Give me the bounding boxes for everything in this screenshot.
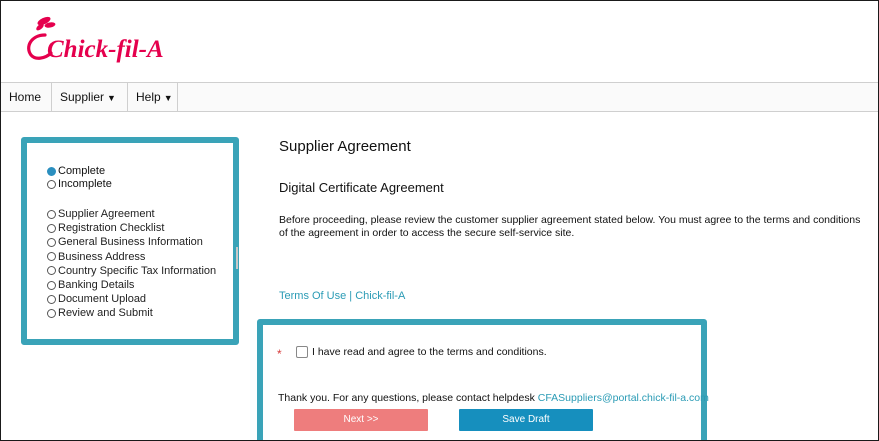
agreement-panel: * I have read and agree to the terms and… (257, 319, 709, 440)
chevron-down-icon: ▼ (107, 93, 116, 103)
nav-home[interactable]: Home (1, 83, 52, 111)
complete-dot-icon (47, 167, 56, 176)
step-list: Supplier Agreement Registration Checklis… (47, 207, 216, 321)
step-item-review-and-submit[interactable]: Review and Submit (47, 306, 216, 320)
step-circle-icon (47, 209, 56, 219)
step-circle-icon (47, 309, 56, 319)
legend-incomplete: Incomplete (47, 178, 112, 191)
top-nav-bar: Home Supplier ▼ Help ▼ (1, 82, 878, 112)
step-label: Supplier Agreement (58, 208, 155, 220)
step-item-general-business-information[interactable]: General Business Information (47, 235, 216, 249)
step-label: Banking Details (58, 279, 135, 292)
helpdesk-text: Thank you. For any questions, please con… (278, 392, 535, 404)
step-circle-icon (47, 252, 56, 262)
agree-terms-label[interactable]: I have read and agree to the terms and c… (312, 346, 547, 358)
step-label: Business Address (58, 250, 146, 263)
legend-complete: Complete (47, 165, 112, 178)
incomplete-circle-icon (47, 180, 56, 189)
step-circle-icon (47, 223, 56, 233)
chick-fil-a-logo[interactable]: Chick-fil-A (23, 13, 173, 65)
step-label: Review and Submit (58, 307, 153, 320)
section-subtitle: Digital Certificate Agreement (279, 180, 444, 195)
save-draft-button[interactable]: Save Draft (459, 409, 593, 431)
required-indicator: * (277, 347, 282, 361)
agree-terms-checkbox[interactable] (296, 346, 308, 358)
step-label: Registration Checklist (58, 222, 165, 235)
nav-home-label: Home (9, 90, 42, 104)
chevron-down-icon: ▼ (163, 93, 173, 103)
panel-splitter-handle[interactable] (236, 247, 238, 269)
registration-progress-panel: Complete Incomplete Supplier Agreement R… (21, 137, 239, 345)
logo-wordmark: Chick-fil-A (47, 36, 164, 63)
page-title: Supplier Agreement (279, 138, 411, 155)
legend-complete-label: Complete (58, 165, 106, 177)
nav-help-menu[interactable]: Help ▼ (128, 83, 178, 111)
step-circle-icon (47, 238, 56, 247)
step-item-banking-details[interactable]: Banking Details (47, 278, 216, 292)
status-legend: Complete Incomplete (47, 165, 112, 191)
step-circle-icon (47, 280, 56, 290)
step-label: Document Upload (58, 293, 147, 306)
helpdesk-message: Thank you. For any questions, please con… (278, 392, 709, 404)
step-circle-icon (47, 266, 56, 276)
next-button[interactable]: Next >> (294, 409, 428, 431)
step-circle-icon (47, 294, 56, 304)
step-item-supplier-agreement[interactable]: Supplier Agreement (47, 207, 216, 221)
step-label: General Business Information (58, 236, 203, 249)
step-label: Country Specific Tax Information (58, 264, 217, 277)
step-item-country-specific-tax[interactable]: Country Specific Tax Information (47, 264, 216, 278)
legend-incomplete-label: Incomplete (58, 178, 112, 190)
step-item-registration-checklist[interactable]: Registration Checklist (47, 221, 216, 235)
step-item-business-address[interactable]: Business Address (47, 250, 216, 264)
agreement-intro-text: Before proceeding, please review the cus… (279, 214, 861, 239)
step-item-document-upload[interactable]: Document Upload (47, 292, 216, 306)
helpdesk-email-link[interactable]: CFASuppliers@portal.chick-fil-a.com (538, 392, 709, 404)
terms-of-use-link[interactable]: Terms Of Use | Chick-fil-A (279, 290, 405, 302)
nav-supplier-menu[interactable]: Supplier ▼ (52, 83, 128, 111)
nav-supplier-label: Supplier (60, 90, 105, 104)
nav-help-label: Help (136, 90, 161, 104)
app-frame: Chick-fil-A Home Supplier ▼ Help ▼ Complet… (0, 0, 879, 441)
